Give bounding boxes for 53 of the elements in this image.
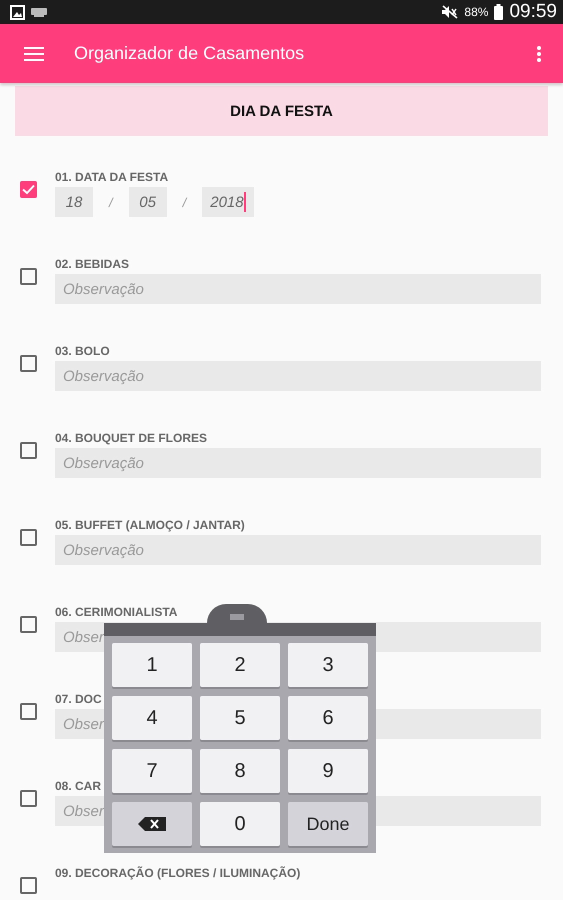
digit-key[interactable]: 7 [112,749,192,793]
digit-key[interactable]: 2 [200,643,280,687]
item-label: 03. BOLO [55,344,110,360]
digit-key[interactable]: 0 [200,802,280,846]
menu-icon [24,46,44,60]
digit-key[interactable]: 5 [200,696,280,740]
digit-key[interactable]: 4 [112,696,192,740]
backspace-key[interactable] [112,802,192,846]
date-field[interactable]: 18 [55,187,93,217]
date-field[interactable]: 2018 [202,187,254,217]
keyboard-handle[interactable] [207,604,267,623]
app-title: Organizador de Casamentos [74,43,306,64]
note-field[interactable]: Observação [55,361,541,391]
note-field[interactable]: Observação [55,274,541,304]
checkbox[interactable] [20,877,36,894]
item-label: 05. BUFFET (ALMOÇO / JANTAR) [55,518,245,534]
clock: 09:59 [509,1,557,23]
date-separator: / [109,194,113,210]
overflow-menu-button[interactable] [537,46,541,62]
checkbox[interactable] [20,268,36,285]
item-label: 06. CERIMONIALISTA [55,605,178,621]
image-icon [10,4,25,20]
battery-icon [494,4,504,20]
date-field[interactable]: 05 [128,187,167,217]
more-icon [537,46,541,62]
keyboard-icon [31,8,47,16]
done-key[interactable]: Done [288,802,368,846]
note-field[interactable]: Observação [55,535,541,565]
item-label: 08. CAR [55,779,102,795]
checkbox[interactable] [20,442,36,459]
checkbox[interactable] [20,181,36,198]
digit-key[interactable]: 8 [200,749,280,793]
checkbox[interactable] [20,355,36,372]
digit-key[interactable]: 3 [288,643,368,687]
date-separator: / [182,194,186,210]
checkbox[interactable] [20,703,36,720]
note-field[interactable]: Observação [55,448,541,478]
item-label: 04. BOUQUET DE FLORES [55,431,208,447]
checkbox[interactable] [20,790,36,807]
battery-percentage: 88% [464,5,488,19]
checkbox[interactable] [20,529,36,546]
digit-key[interactable]: 6 [288,696,368,740]
digit-key[interactable]: 9 [288,749,368,793]
backspace-icon [138,817,166,831]
checkbox[interactable] [20,616,36,633]
item-label: 09. DECORAÇÃO (FLORES / ILUMINAÇÃO) [55,866,300,882]
item-label: 07. DOC [55,692,102,708]
menu-button[interactable] [24,46,44,60]
digit-key[interactable]: 1 [112,643,192,687]
mute-icon [441,5,458,19]
item-label: 01. DATA DA FESTA [55,170,168,186]
section-title: DIA DA FESTA [230,102,333,120]
item-label: 02. BEBIDAS [55,257,130,273]
